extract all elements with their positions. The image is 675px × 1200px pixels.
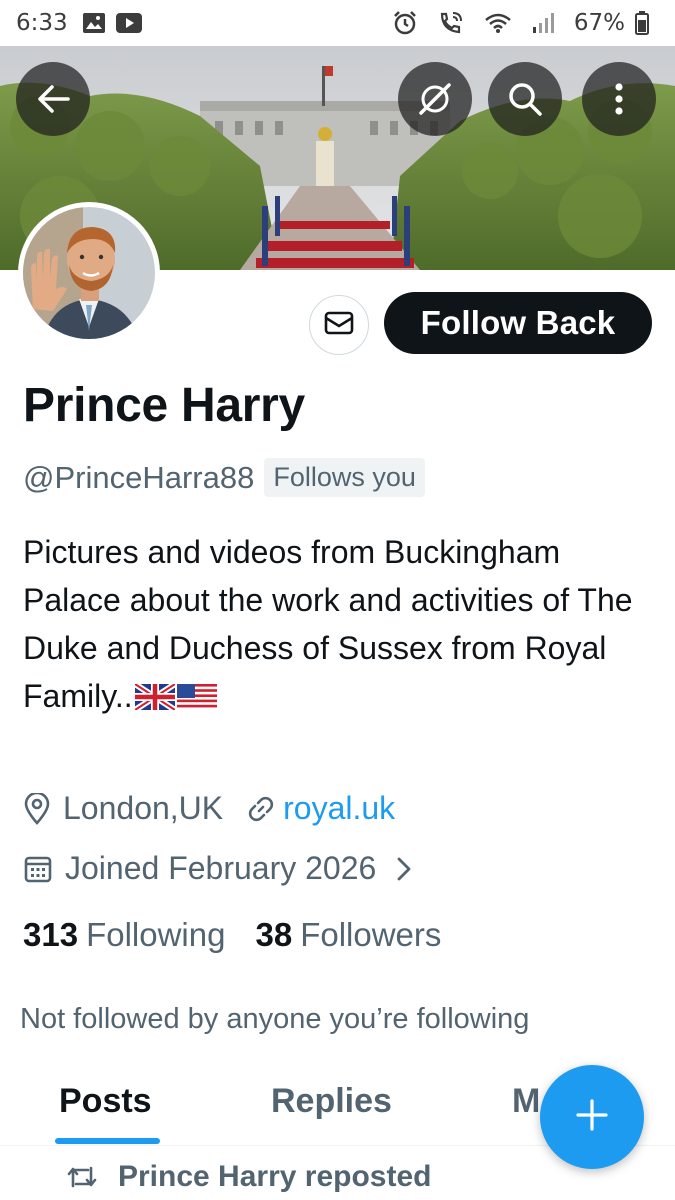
following-label: Following	[86, 916, 226, 953]
repost-text: Prince Harry reposted	[118, 1160, 432, 1193]
youtube-icon	[115, 13, 142, 33]
envelope-icon	[324, 311, 354, 340]
signal-icon	[532, 12, 554, 34]
status-time: 6:33	[16, 10, 68, 36]
location-text: London,UK	[63, 790, 224, 826]
grok-button[interactable]	[398, 62, 472, 136]
grok-icon	[417, 81, 453, 117]
follow-back-button[interactable]: Follow Back	[384, 292, 652, 354]
us-flag-icon	[176, 675, 217, 723]
back-arrow-icon	[36, 84, 70, 114]
following-count: 313	[23, 916, 79, 953]
battery-icon	[635, 11, 649, 35]
followers-label: Followers	[300, 916, 442, 953]
link-icon	[247, 795, 275, 823]
not-followed-notice: Not followed by anyone you’re following	[20, 1003, 530, 1035]
message-button[interactable]	[309, 295, 369, 355]
battery-percent: 67%	[573, 10, 625, 36]
bio-text: Pictures and videos from Buckingham Pala…	[23, 534, 633, 714]
follow-stats: 313 Following 38 Followers	[23, 916, 441, 954]
more-icon	[614, 82, 624, 116]
more-options-button[interactable]	[582, 62, 656, 136]
status-bar: 6:33 67%	[0, 0, 675, 46]
active-tab-indicator	[55, 1138, 160, 1144]
repost-header: Prince Harry reposted	[66, 1160, 431, 1194]
handle-row: @PrinceHarra88 Follows you	[23, 458, 425, 497]
tab-posts[interactable]: Posts	[59, 1082, 152, 1121]
compose-fab[interactable]	[540, 1065, 644, 1169]
calendar-icon	[23, 854, 53, 884]
avatar-image	[23, 207, 155, 339]
repost-icon	[66, 1164, 98, 1190]
search-button[interactable]	[488, 62, 562, 136]
wifi-call-icon	[438, 11, 464, 35]
location-pin-icon	[23, 792, 51, 825]
alarm-icon	[392, 10, 418, 36]
tab-more[interactable]: M	[512, 1082, 540, 1121]
location-row: London,UK royal.uk	[23, 790, 395, 827]
joined-row[interactable]: Joined February 2026	[23, 850, 424, 887]
uk-flag-icon	[132, 675, 177, 723]
avatar[interactable]	[18, 202, 160, 344]
follows-you-badge: Follows you	[264, 458, 425, 497]
followers-count: 38	[255, 916, 293, 953]
chevron-right-icon	[396, 856, 412, 882]
gallery-icon	[82, 12, 106, 34]
search-icon	[507, 81, 543, 117]
joined-text: Joined February 2026	[65, 850, 377, 886]
plus-icon	[574, 1097, 610, 1138]
website-link[interactable]: royal.uk	[283, 790, 395, 827]
back-button[interactable]	[16, 62, 90, 136]
tab-replies[interactable]: Replies	[271, 1082, 392, 1121]
followers-link[interactable]: 38 Followers	[255, 916, 441, 954]
following-link[interactable]: 313 Following	[23, 916, 225, 954]
profile-bio: Pictures and videos from Buckingham Pala…	[23, 528, 643, 723]
profile-name: Prince Harry	[23, 379, 305, 432]
wifi-icon	[484, 12, 512, 34]
profile-handle: @PrinceHarra88	[23, 459, 255, 495]
